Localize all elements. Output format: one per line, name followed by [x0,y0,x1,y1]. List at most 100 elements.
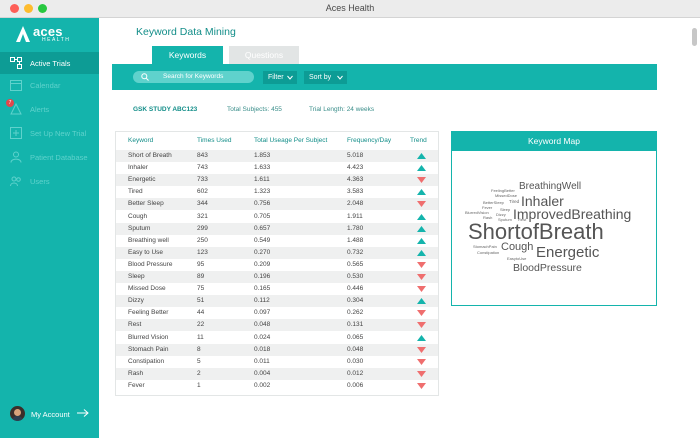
sidebar-item-label: Calendar [30,81,61,90]
trend-down-icon [417,274,426,280]
usage-per-subject-cell: 0.705 [254,212,271,220]
sidebar-item-calendar[interactable]: Calendar [0,74,99,96]
keyword-cell: Sleep [128,273,145,280]
column-header-trend[interactable]: Trend [410,137,427,144]
keyword-cell: Tired [128,188,143,196]
table-row[interactable]: Sleep 89 0.196 0.530 [116,271,438,283]
brand-logo[interactable]: aces HEALTH [16,24,86,52]
trend-down-icon [417,370,426,377]
usage-per-subject-cell: 0.018 [254,345,271,353]
trend-down-icon [417,261,426,268]
sidebar-item-active-trials[interactable]: Active Trials [0,52,99,74]
table-row[interactable]: Rest 22 0.048 0.131 [116,319,438,332]
tab-keywords[interactable]: Keywords [152,46,223,64]
window-scrollbar[interactable] [692,28,697,46]
brand-subtitle: HEALTH [42,37,71,43]
usage-per-subject-cell: 1.611 [254,176,270,184]
usage-per-subject-cell: 0.196 [254,273,271,280]
usage-per-subject-cell: 1.633 [254,164,271,172]
chevron-down-icon [337,75,343,80]
usage-per-subject-cell: 0.097 [254,309,271,317]
word-cloud-word: StomachPain [473,244,497,249]
keyword-toolbar: Search for Keywords Filter Sort by [112,64,657,90]
usage-per-subject-cell: 0.270 [254,248,271,256]
my-account-link[interactable]: My Account [10,406,95,424]
trend-up-icon [417,153,426,159]
usage-per-subject-cell: 0.165 [254,285,271,293]
table-row[interactable]: Blurred Vision 11 0.024 0.065 [116,332,438,344]
usage-per-subject-cell: 0.002 [254,381,271,389]
times-used-cell: 250 [197,236,208,244]
table-row[interactable]: Better Sleep 344 0.756 2.048 [116,198,438,211]
sidebar-item-patient-database[interactable]: Patient Database [0,146,99,168]
table-row[interactable]: Blood Pressure 95 0.209 0.565 [116,259,438,271]
table-row[interactable]: Dizzy 51 0.112 0.304 [116,295,438,308]
keyword-cell: Feeling Better [128,309,169,317]
table-row[interactable]: Constipation 5 0.011 0.030 [116,356,438,368]
column-header-usage-per-subject[interactable]: Total Useage Per Subject [254,137,327,144]
table-row[interactable]: Short of Breath 843 1.853 5.018 [116,150,438,162]
usage-per-subject-cell: 0.657 [254,224,271,232]
word-cloud-word: Cough [501,241,534,253]
sidebar-item-users[interactable]: Users [0,170,99,192]
column-header-frequency[interactable]: Frequency/Day [347,137,391,144]
sidebar-item-set-up-new-trial[interactable]: Set Up New Trial [0,122,99,144]
keyword-cell: Short of Breath [128,152,172,159]
times-used-cell: 733 [197,176,208,184]
table-row[interactable]: Feeling Better 44 0.097 0.262 [116,307,438,319]
keyword-cell: Stomach Pain [128,345,169,353]
times-used-cell: 5 [197,357,201,365]
frequency-cell: 0.262 [347,309,364,317]
column-header-times-used[interactable]: Times Used [197,137,231,144]
study-name: GSK STUDY ABC123 [133,106,198,113]
network-icon [10,57,22,69]
frequency-cell: 0.131 [347,321,364,329]
table-row[interactable]: Easy to Use 123 0.270 0.732 [116,246,438,259]
trend-up-icon [417,237,426,244]
trend-up-icon [417,213,426,220]
trend-up-icon [417,334,426,341]
sidebar-item-alerts[interactable]: 7 Alerts [0,98,99,120]
keyword-table: Keyword Times Used Total Useage Per Subj… [115,131,439,396]
table-row[interactable]: Sputum 299 0.657 1.780 [116,222,438,235]
times-used-cell: 51 [197,297,205,305]
keyword-map-title: Keyword Map [452,132,656,151]
sort-by-dropdown[interactable]: Sort by [304,71,347,84]
person-icon [10,151,22,163]
tab-questions[interactable]: Questions [229,46,299,64]
frequency-cell: 0.006 [347,381,364,389]
trend-up-icon [417,189,426,196]
trend-up-icon [417,165,426,172]
usage-per-subject-cell: 0.209 [254,260,271,268]
table-row[interactable]: Missed Dose 75 0.165 0.446 [116,283,438,295]
frequency-cell: 1.488 [347,236,364,244]
filter-label: Filter [268,74,284,81]
table-row[interactable]: Energetic 733 1.611 4.363 [116,174,438,187]
filter-dropdown[interactable]: Filter [263,71,297,84]
word-cloud-word: Sputum [498,217,512,222]
keyword-cell: Constipation [128,357,165,365]
table-row[interactable]: Fever 1 0.002 0.006 [116,380,438,392]
table-row[interactable]: Inhaler 743 1.633 4.423 [116,162,438,174]
window-titlebar: Aces Health [0,0,700,18]
table-row[interactable]: Cough 321 0.705 1.911 [116,211,438,223]
table-row[interactable]: Tired 602 1.323 3.583 [116,186,438,198]
usage-per-subject-cell: 0.112 [254,297,270,305]
times-used-cell: 1 [197,381,201,389]
table-row[interactable]: Breathing well 250 0.549 1.488 [116,235,438,247]
my-account-label: My Account [31,410,70,419]
search-input[interactable]: Search for Keywords [133,71,254,83]
trend-down-icon [417,358,426,365]
sidebar-item-label: Active Trials [30,59,71,68]
table-row[interactable]: Rash 2 0.004 0.012 [116,367,438,380]
table-row[interactable]: Stomach Pain 8 0.018 0.048 [116,343,438,356]
frequency-cell: 0.565 [347,260,364,268]
trend-up-icon [417,298,426,305]
frequency-cell: 4.423 [347,164,364,172]
word-cloud-word: Energetic [536,244,600,261]
column-header-keyword[interactable]: Keyword [128,137,153,144]
times-used-cell: 2 [197,369,201,377]
frequency-cell: 0.030 [347,357,364,365]
trend-up-icon [417,225,426,232]
times-used-cell: 344 [197,200,208,208]
